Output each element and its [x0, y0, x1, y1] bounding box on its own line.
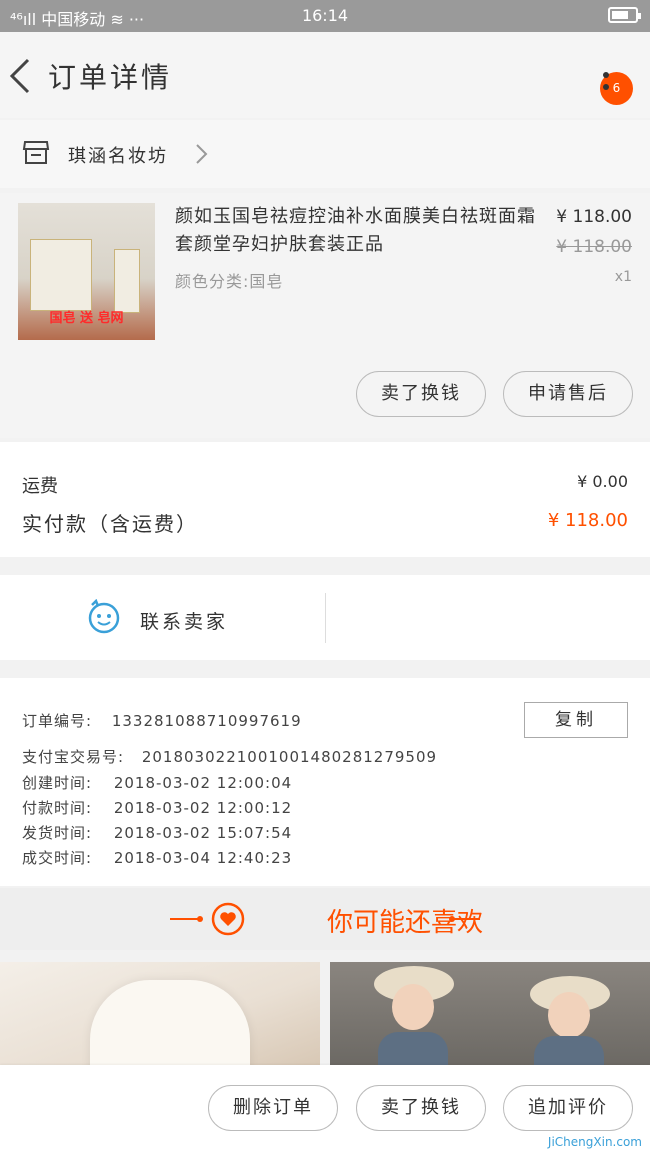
- recommendation-header: 你可能还喜欢: [0, 888, 650, 950]
- product-spec: 颜色分类:国皂: [175, 272, 284, 291]
- created-label: 创建时间:: [22, 774, 93, 792]
- shipped-label: 发货时间:: [22, 824, 93, 842]
- paid-value: ¥ 118.00: [547, 510, 628, 531]
- done-row: 成交时间: 2018-03-04 12:40:23: [22, 847, 292, 868]
- status-bar: ⁴⁶ıll 中国移动 ≋ ··· 16:14: [0, 0, 650, 32]
- recommendation-item-kids-dress[interactable]: [330, 962, 650, 1065]
- product-quantity: x1: [614, 269, 632, 285]
- order-number-row: 订单编号: 133281088710997619: [22, 710, 302, 731]
- store-icon: [22, 141, 50, 164]
- done-time: 2018-03-04 12:40:23: [113, 849, 293, 867]
- more-menu-icon[interactable]: [603, 72, 609, 96]
- paid-row: 付款时间: 2018-03-02 12:00:12: [22, 797, 292, 818]
- shop-row[interactable]: 琪涵名妆坊: [0, 120, 650, 188]
- alipay-number: 2018030221001001480281279509: [141, 748, 438, 766]
- done-label: 成交时间:: [22, 849, 93, 867]
- shop-name: 琪涵名妆坊: [68, 146, 168, 167]
- shipping-label: 运费: [22, 476, 58, 497]
- bottom-resell-button[interactable]: 卖了换钱: [356, 1085, 486, 1131]
- alipay-label: 支付宝交易号:: [22, 748, 125, 766]
- delete-order-button[interactable]: 删除订单: [208, 1085, 338, 1131]
- watermark: JiChengXin.com: [547, 1135, 642, 1149]
- paid-time: 2018-03-02 12:00:12: [113, 799, 293, 817]
- product-name[interactable]: 颜如玉国皂祛痘控油补水面膜美白祛斑面霜套颜堂孕妇护肤套装正品: [175, 203, 545, 259]
- copy-button[interactable]: 复制: [524, 702, 628, 738]
- product-thumbnail[interactable]: 国皂 送 皂网: [18, 203, 155, 340]
- recommendation-title: 你可能还喜欢: [326, 908, 483, 938]
- chat-face-icon[interactable]: [86, 599, 122, 635]
- payment-summary: 运费 ¥ 0.00 实付款（含运费） ¥ 118.00: [0, 442, 650, 557]
- shipped-row: 发货时间: 2018-03-02 15:07:54: [22, 822, 292, 843]
- product-price: ¥ 118.00: [556, 207, 632, 227]
- back-arrow-icon[interactable]: [8, 56, 32, 96]
- after-sale-button[interactable]: 申请售后: [503, 371, 633, 417]
- order-number-label: 订单编号:: [22, 712, 93, 730]
- created-row: 创建时间: 2018-03-02 12:00:04: [22, 772, 292, 793]
- chevron-right-icon: [196, 144, 208, 164]
- order-number: 133281088710997619: [111, 712, 302, 730]
- battery-icon: [608, 7, 641, 23]
- add-review-button[interactable]: 追加评价: [503, 1085, 633, 1131]
- page-title: 订单详情: [48, 61, 173, 94]
- bottom-action-bar: 删除订单 卖了换钱 追加评价 JiChengXin.com: [0, 1065, 650, 1155]
- paid-label: 实付款（含运费）: [22, 512, 198, 536]
- created-time: 2018-03-02 12:00:04: [113, 774, 293, 792]
- thumbnail-caption: 国皂 送 皂网: [49, 311, 124, 326]
- recommendation-item-shoes[interactable]: [0, 962, 320, 1065]
- header: 订单详情 6: [0, 32, 650, 118]
- contact-seller-button[interactable]: 联系卖家: [140, 607, 228, 634]
- divider: [325, 593, 326, 643]
- contact-seller-row: 联系卖家: [0, 575, 650, 660]
- shipped-time: 2018-03-02 15:07:54: [113, 824, 293, 842]
- shipping-value: ¥ 0.00: [577, 472, 628, 491]
- paid-time-label: 付款时间:: [22, 799, 93, 817]
- product-original-price: ¥ 118.00: [556, 237, 632, 257]
- status-time: 16:14: [301, 6, 349, 25]
- resell-button[interactable]: 卖了换钱: [356, 371, 486, 417]
- order-info: 订单编号: 133281088710997619 复制 支付宝交易号: 2018…: [0, 678, 650, 886]
- alipay-row: 支付宝交易号: 2018030221001001480281279509: [22, 746, 437, 767]
- product-card: 国皂 送 皂网 颜如玉国皂祛痘控油补水面膜美白祛斑面霜套颜堂孕妇护肤套装正品 颜…: [0, 193, 650, 438]
